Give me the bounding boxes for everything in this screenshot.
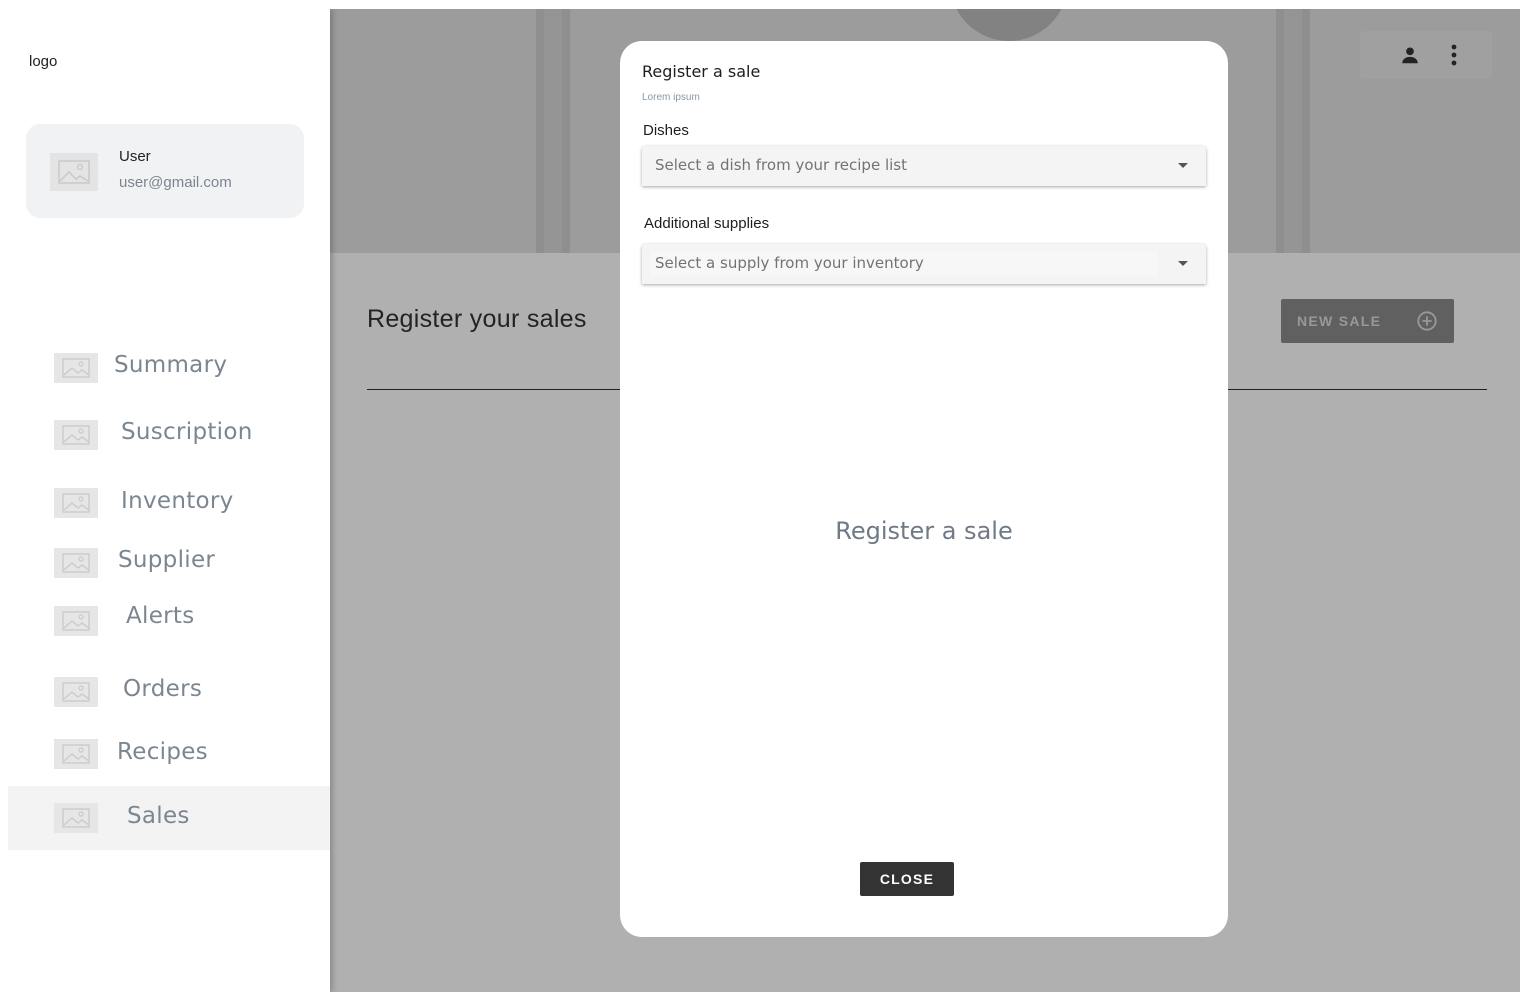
user-card[interactable]: User user@gmail.com [26, 124, 304, 218]
empty-state-text: Register a sale [835, 517, 1013, 545]
sidebar-item-orders[interactable]: Orders [8, 660, 330, 724]
supplies-label: Additional supplies [644, 215, 770, 232]
dialog-subtitle: Lorem ipsum [642, 92, 700, 103]
image-placeholder-icon [54, 677, 98, 707]
image-placeholder-icon [54, 803, 98, 833]
supplies-select[interactable]: Select a supply from your inventory [642, 244, 1206, 284]
sidebar-item-label: Summary [114, 352, 228, 378]
sidebar-item-label: Orders [123, 676, 203, 702]
dialog-title: Register a sale [642, 62, 761, 81]
sidebar: logo User user@gmail.com Summary Suscrip… [8, 9, 330, 992]
user-name: User [119, 148, 151, 165]
sidebar-item-label: Recipes [117, 739, 208, 765]
image-placeholder-icon [54, 488, 98, 518]
chevron-down-icon [1178, 261, 1188, 266]
sidebar-item-label: Suscription [121, 419, 253, 445]
sidebar-item-label: Sales [127, 803, 190, 829]
sidebar-item-label: Inventory [121, 488, 234, 514]
dishes-select[interactable]: Select a dish from your recipe list [642, 146, 1206, 186]
sidebar-item-label: Alerts [126, 603, 195, 629]
image-placeholder-icon [54, 420, 98, 450]
supplies-placeholder: Select a supply from your inventory [655, 254, 924, 272]
sidebar-item-summary[interactable]: Summary [8, 335, 330, 399]
dishes-placeholder: Select a dish from your recipe list [655, 156, 907, 174]
image-placeholder-icon [54, 353, 98, 383]
close-button[interactable]: CLOSE [860, 862, 954, 896]
sidebar-item-inventory[interactable]: Inventory [8, 471, 330, 535]
image-placeholder-icon [50, 153, 98, 191]
image-placeholder-icon [54, 548, 98, 578]
app-window: Register your sales NEW SALE logo User u… [8, 9, 1520, 992]
sidebar-item-recipes[interactable]: Recipes [8, 723, 330, 787]
user-email: user@gmail.com [119, 174, 232, 191]
image-placeholder-icon [54, 606, 98, 636]
chevron-down-icon [1178, 163, 1188, 168]
register-sale-dialog: Register a sale Lorem ipsum Dishes Selec… [620, 41, 1228, 937]
image-placeholder-icon [54, 739, 98, 769]
dishes-label: Dishes [643, 122, 689, 139]
sidebar-item-sales[interactable]: Sales [8, 786, 330, 850]
sidebar-item-supplier[interactable]: Supplier [8, 531, 330, 595]
sidebar-item-suscription[interactable]: Suscription [8, 402, 330, 466]
sidebar-item-label: Supplier [118, 547, 216, 573]
sidebar-item-alerts[interactable]: Alerts [8, 587, 330, 651]
logo: logo [29, 53, 58, 70]
